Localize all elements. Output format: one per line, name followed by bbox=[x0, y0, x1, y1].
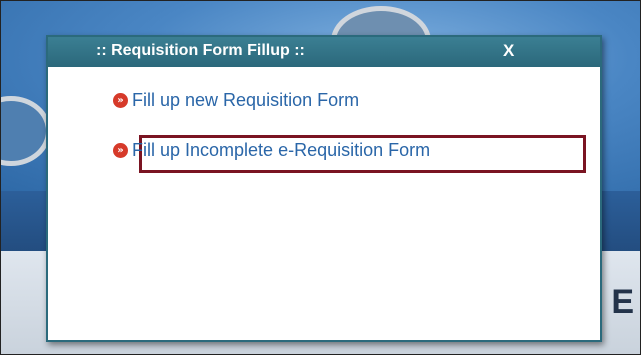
double-chevron-right-icon: » bbox=[113, 143, 128, 158]
incomplete-requisition-link[interactable]: » Fill up Incomplete e-Requisition Form bbox=[113, 140, 430, 161]
background-partial-text: E bbox=[611, 283, 634, 321]
requisition-dialog: :: Requisition Form Fillup :: X » Fill u… bbox=[46, 35, 602, 342]
new-requisition-link[interactable]: » Fill up new Requisition Form bbox=[113, 90, 359, 111]
double-chevron-right-icon: » bbox=[113, 93, 128, 108]
screenshot-frame: E :: Requisition Form Fillup :: X » Fill… bbox=[0, 0, 641, 355]
dialog-title: :: Requisition Form Fillup :: bbox=[96, 42, 305, 59]
dialog-header: :: Requisition Form Fillup :: X bbox=[48, 37, 600, 67]
new-requisition-label: Fill up new Requisition Form bbox=[132, 90, 360, 110]
close-button[interactable]: X bbox=[503, 41, 514, 61]
incomplete-requisition-label: Fill up Incomplete e-Requisition Form bbox=[132, 140, 431, 160]
